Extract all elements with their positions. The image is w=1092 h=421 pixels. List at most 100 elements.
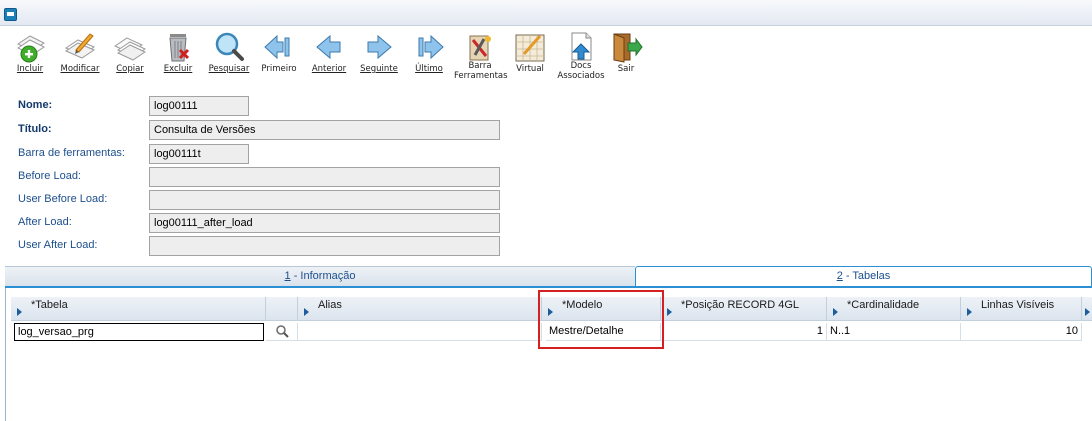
docs-associados-button[interactable]: Docs Associados: [556, 28, 606, 88]
lookup-button[interactable]: [266, 323, 298, 341]
sort-arrow-icon: [1085, 308, 1090, 316]
titulo-label: Título:: [18, 123, 52, 135]
incluir-label: Incluir: [16, 64, 44, 74]
cell-alias[interactable]: [298, 323, 542, 341]
titulo-field[interactable]: Consulta de Versões: [149, 120, 500, 140]
anterior-button[interactable]: Anterior: [308, 28, 350, 88]
modificar-label: Modificar: [60, 64, 100, 74]
virtual-grid-icon: [515, 34, 545, 62]
column-header-linhas-visiveis-label: Linhas Visíveis: [981, 299, 1055, 311]
ultimo-button[interactable]: Último: [408, 28, 450, 88]
form-row-after-load: After Load: log00111_after_load: [0, 211, 1092, 233]
copiar-label: Copiar: [116, 64, 144, 74]
application-window: Incluir Modificar Copiar Excluir Pesquis…: [0, 0, 1092, 421]
sair-button[interactable]: Sair: [608, 28, 644, 88]
sort-arrow-icon: [833, 308, 838, 316]
previous-record-icon: [316, 34, 341, 60]
tab-informacao[interactable]: 1 - Informação: [5, 266, 635, 286]
copiar-button[interactable]: Copiar: [110, 28, 150, 88]
associated-docs-icon: [571, 32, 592, 61]
primeiro-button[interactable]: Primeiro: [258, 28, 300, 88]
form-row-titulo: Título: Consulta de Versões: [0, 118, 1092, 140]
user-before-load-label: User Before Load:: [18, 193, 108, 205]
column-header-alias[interactable]: Alias: [298, 297, 542, 321]
excluir-button[interactable]: Excluir: [158, 28, 198, 88]
primeiro-label: Primeiro: [261, 64, 297, 74]
column-header-cardinalidade-label: *Cardinalidade: [847, 299, 920, 311]
pesquisar-button[interactable]: Pesquisar: [206, 28, 252, 88]
barra-label-line2: Ferramentas: [454, 71, 508, 81]
cell-cardinalidade[interactable]: N..1: [827, 323, 961, 341]
after-load-field[interactable]: log00111_after_load: [149, 213, 500, 233]
tab-tabelas[interactable]: 2 - Tabelas: [635, 266, 1092, 286]
barra-ferramentas-field[interactable]: log00111t: [149, 144, 249, 164]
docs-label-line2: Associados: [557, 71, 605, 81]
form-row-user-after-load: User After Load:: [0, 234, 1092, 256]
sort-arrow-icon: [667, 308, 672, 316]
next-record-icon: [367, 34, 392, 60]
user-before-load-field[interactable]: [149, 190, 500, 210]
seguinte-label: Seguinte: [360, 64, 398, 74]
copy-document-icon: [113, 37, 147, 61]
trash-delete-icon: [169, 34, 190, 62]
sair-label: Sair: [617, 64, 635, 74]
incluir-button[interactable]: Incluir: [10, 28, 50, 88]
sort-arrow-icon: [967, 308, 972, 316]
excluir-label: Excluir: [163, 64, 193, 74]
toolbar-tools-icon: [469, 35, 491, 61]
column-header-alias-label: Alias: [318, 299, 342, 311]
tab-tabelas-label: - Tabelas: [842, 270, 891, 282]
user-after-load-field[interactable]: [149, 236, 500, 256]
toolbar: Incluir Modificar Copiar Excluir Pesquis…: [0, 26, 1092, 90]
tables-grid: *Tabela Alias *Modelo *Posição RECORD 4G…: [5, 288, 1092, 421]
column-header-posicao[interactable]: *Posição RECORD 4GL: [661, 297, 827, 321]
virtual-label: Virtual: [516, 64, 544, 74]
virtual-button[interactable]: Virtual: [510, 28, 550, 88]
column-header-cardinalidade[interactable]: *Cardinalidade: [827, 297, 961, 321]
lookup-magnifier-icon: [275, 325, 289, 338]
nome-field[interactable]: log00111: [149, 96, 249, 116]
program-form: Nome: log00111 Título: Consulta de Versõ…: [0, 94, 1092, 264]
add-document-icon: [17, 35, 45, 63]
sort-arrow-icon: [548, 308, 553, 316]
cell-tabela[interactable]: log_versao_prg: [14, 323, 264, 341]
anterior-label: Anterior: [311, 64, 347, 74]
nome-label: Nome:: [18, 99, 53, 111]
column-header-linhas-visiveis[interactable]: Linhas Visíveis: [961, 297, 1082, 321]
column-header-overflow[interactable]: [1082, 297, 1092, 321]
form-row-barra: Barra de ferramentas: log00111t: [0, 142, 1092, 164]
tab-bar: 1 - Informação 2 - Tabelas: [5, 266, 1092, 286]
title-bar: [0, 0, 1092, 26]
after-load-label: After Load:: [18, 216, 72, 228]
app-window-icon[interactable]: [4, 8, 17, 21]
sort-arrow-icon: [17, 308, 22, 316]
edit-document-icon: [64, 33, 96, 59]
exit-door-icon: [613, 33, 643, 63]
column-header-tabela[interactable]: *Tabela: [11, 297, 266, 321]
seguinte-button[interactable]: Seguinte: [358, 28, 400, 88]
barra-ferramentas-button[interactable]: Barra Ferramentas: [454, 28, 508, 88]
first-record-icon: [264, 34, 290, 60]
cell-linhas-visiveis[interactable]: 10: [961, 323, 1082, 341]
ultimo-label: Último: [415, 64, 443, 74]
barra-label-line1: Barra: [468, 61, 492, 71]
tab-informacao-label: - Informação: [290, 270, 356, 282]
user-after-load-label: User After Load:: [18, 239, 98, 251]
pesquisar-label: Pesquisar: [208, 64, 250, 74]
column-header-tabela-label: *Tabela: [31, 299, 68, 311]
cell-posicao[interactable]: 1: [661, 323, 827, 341]
barra-ferramentas-label: Barra de ferramentas:: [18, 147, 125, 159]
before-load-label: Before Load:: [18, 170, 81, 182]
modificar-button[interactable]: Modificar: [56, 28, 104, 88]
before-load-field[interactable]: [149, 167, 500, 187]
form-row-before-load: Before Load:: [0, 165, 1092, 187]
form-row-nome: Nome: log00111: [0, 94, 1092, 116]
form-row-user-before-load: User Before Load:: [0, 188, 1092, 210]
column-header-posicao-label: *Posição RECORD 4GL: [681, 299, 799, 311]
column-header-lookup: [266, 297, 298, 321]
magnifier-search-icon: [215, 32, 244, 61]
cell-modelo[interactable]: Mestre/Detalhe: [546, 323, 661, 341]
sort-arrow-icon: [304, 308, 309, 316]
column-header-modelo[interactable]: *Modelo: [542, 297, 661, 321]
last-record-icon: [418, 34, 444, 60]
